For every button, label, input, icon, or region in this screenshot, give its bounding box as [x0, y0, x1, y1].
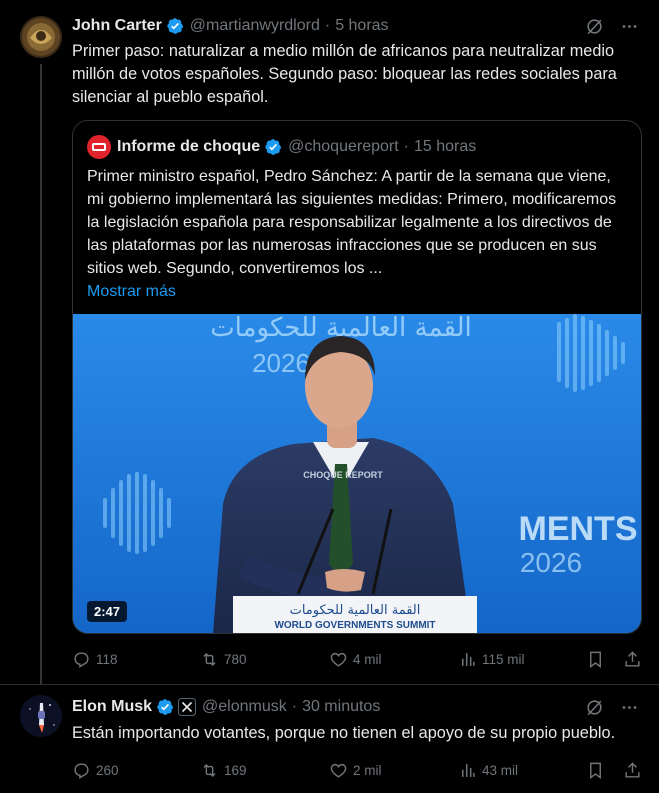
- author-handle[interactable]: @martianwyrdlord: [190, 17, 320, 35]
- avatar-john-carter[interactable]: [20, 16, 62, 58]
- share-button[interactable]: [623, 761, 642, 780]
- repost-icon: [203, 652, 216, 666]
- post-top-icons: [585, 698, 639, 717]
- views-button[interactable]: 115 mil: [458, 650, 525, 669]
- post-actions: 260 169 2 mil 43 mil: [72, 759, 642, 781]
- more-icon[interactable]: [620, 17, 639, 36]
- view-count: 43 mil: [482, 762, 519, 778]
- quote-author-handle[interactable]: @choquereport: [288, 138, 399, 156]
- avatar-image: [20, 16, 62, 58]
- share-icon: [625, 650, 640, 667]
- reply-icon: [74, 762, 89, 779]
- quote-author-name[interactable]: Informe de choque: [117, 138, 260, 156]
- quote-text-block: Primer ministro español, Pedro Sánchez: …: [87, 165, 632, 303]
- post-elon-musk[interactable]: Elon Musk @elonmusk · 30 minutos Están i…: [0, 684, 659, 793]
- like-button[interactable]: 2 mil: [329, 761, 382, 780]
- like-icon: [330, 763, 347, 778]
- grok-icon[interactable]: [585, 17, 604, 36]
- author-handle[interactable]: @elonmusk: [202, 698, 287, 716]
- repost-button[interactable]: 780: [200, 650, 247, 669]
- post-time[interactable]: 30 minutos: [302, 698, 380, 716]
- quote-text: Primer ministro español, Pedro Sánchez: …: [87, 168, 617, 277]
- backdrop-year-2: 2026: [520, 547, 582, 578]
- post-header: John Carter @martianwyrdlord · 5 horas: [72, 15, 389, 37]
- show-more-link[interactable]: Mostrar más: [87, 280, 632, 303]
- video-watermark: CHOQUE REPORT: [303, 470, 383, 480]
- grok-icon[interactable]: [585, 698, 604, 717]
- video-duration: 2:47: [87, 601, 128, 622]
- bookmark-button[interactable]: [586, 761, 605, 780]
- post-time[interactable]: 5 horas: [335, 17, 388, 35]
- post-actions: 118 780 4 mil 115 mil: [72, 648, 642, 670]
- reply-button[interactable]: 118: [72, 650, 118, 669]
- post-text: Están importando votantes, porque no tie…: [72, 724, 616, 742]
- post-header: Elon Musk @elonmusk · 30 minutos: [72, 696, 380, 718]
- views-icon: [461, 652, 475, 666]
- verified-badge-icon: [157, 699, 174, 715]
- avatar-elon-musk[interactable]: [20, 695, 62, 737]
- separator: ·: [291, 698, 298, 715]
- logo-mark: [92, 143, 106, 151]
- bookmark-icon: [590, 762, 601, 779]
- thread-line: [40, 64, 42, 684]
- verified-badge-icon: [167, 18, 183, 34]
- backdrop-ments: MENTS: [519, 510, 638, 548]
- backdrop-year: 2026: [252, 348, 310, 378]
- author-name[interactable]: Elon Musk: [72, 698, 152, 716]
- video-thumbnail: القمة العالمية للحكومات 2026 MENTS 2026 …: [73, 314, 641, 633]
- video-player[interactable]: القمة العالمية للحكومات 2026 MENTS 2026 …: [73, 314, 641, 633]
- like-count: 2 mil: [353, 762, 382, 778]
- like-count: 4 mil: [353, 651, 382, 667]
- repost-count: 169: [224, 762, 247, 778]
- bookmark-icon: [590, 651, 601, 668]
- reply-count: 118: [96, 651, 118, 667]
- quoted-post[interactable]: Informe de choque @choquereport · 15 hor…: [72, 120, 642, 634]
- reply-count: 260: [96, 762, 119, 778]
- post-john-carter[interactable]: John Carter @martianwyrdlord · 5 horas P…: [0, 0, 659, 684]
- quote-time[interactable]: 15 horas: [414, 138, 476, 156]
- podium-arabic: القمة العالمية للحكومات: [290, 603, 421, 618]
- reply-icon: [74, 651, 89, 668]
- repost-button[interactable]: 169: [200, 761, 247, 780]
- choque-report-avatar[interactable]: [87, 135, 111, 159]
- like-button[interactable]: 4 mil: [329, 650, 382, 669]
- repost-count: 780: [224, 651, 247, 667]
- separator: ·: [403, 138, 409, 155]
- verified-badge-icon: [265, 139, 282, 155]
- x-affiliate-icon[interactable]: [178, 698, 197, 716]
- podium-english: WORLD GOVERNMENTS SUMMIT: [274, 620, 435, 631]
- avatar-image: [20, 695, 62, 737]
- more-icon[interactable]: [620, 698, 639, 717]
- bookmark-button[interactable]: [586, 650, 605, 669]
- author-name[interactable]: John Carter: [72, 17, 162, 35]
- views-icon: [461, 763, 475, 777]
- repost-icon: [203, 763, 216, 777]
- like-icon: [330, 652, 347, 667]
- views-button[interactable]: 43 mil: [458, 761, 518, 780]
- share-icon: [625, 761, 640, 778]
- share-button[interactable]: [623, 650, 642, 669]
- separator: ·: [324, 17, 331, 34]
- quote-header: Informe de choque @choquereport · 15 hor…: [87, 135, 476, 159]
- reply-button[interactable]: 260: [72, 761, 119, 780]
- post-top-icons: [585, 17, 639, 36]
- post-text: Primer paso: naturalizar a medio millón …: [72, 42, 617, 106]
- view-count: 115 mil: [482, 651, 525, 667]
